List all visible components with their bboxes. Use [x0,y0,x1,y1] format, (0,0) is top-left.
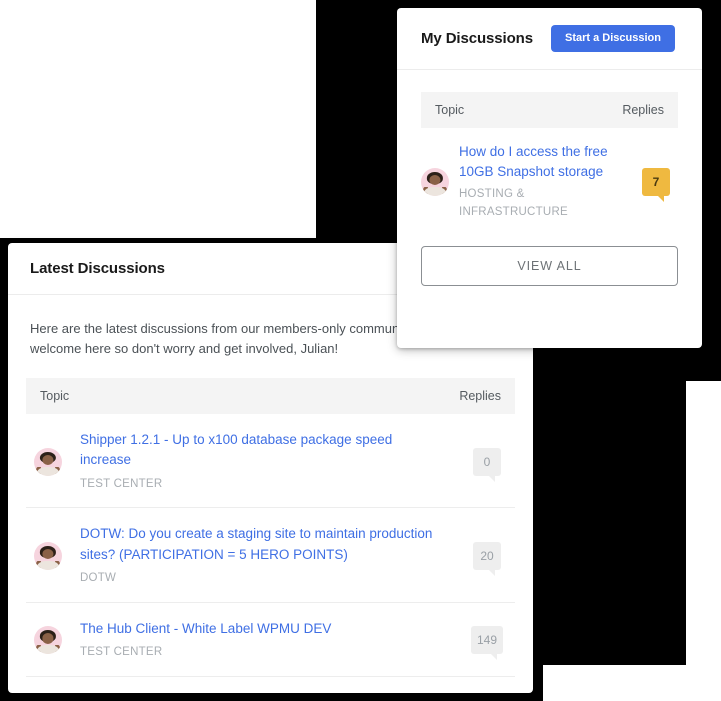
avatar [34,541,62,570]
discussion-category-label: DOTW [80,571,117,584]
column-header-topic: Topic [40,389,70,403]
table-row[interactable]: How do I access the free 10GB Snapshot s… [421,128,678,232]
my-discussions-table-header: Topic Replies [421,92,678,128]
avatar [34,447,62,476]
table-row[interactable]: Subscribe to a Forum [26,677,515,693]
latest-discussions-list: Topic Replies Shipper 1.2.1 - Up to x100… [8,378,533,693]
avatar-body-shape [37,466,59,476]
column-header-replies: Replies [622,103,664,117]
discussion-category-label: TEST CENTER [80,477,163,490]
avatar [34,626,62,655]
reply-count-value: 20 [480,548,494,563]
background-plate-bottom-right [543,665,721,701]
avatar-body-shape [424,186,446,196]
reply-count-value: 0 [483,454,491,469]
replies-cell: 0 [459,447,515,482]
avatar-face-shape [42,454,54,465]
avatar [421,167,449,196]
discussion-topic-link[interactable]: DOTW: Do you create a staging site to ma… [80,524,445,565]
start-a-discussion-button[interactable]: Start a Discussion [550,25,675,52]
topic-cell: How do I access the free 10GB Snapshot s… [459,142,634,222]
background-plate-top-left [0,0,316,238]
replies-cell: 20 [459,541,515,576]
discussion-category-label: HOSTING & INFRASTRUCTURE [459,188,568,218]
my-discussions-footer: VIEW ALL [397,232,702,308]
latest-discussions-table-header: Topic Replies [26,378,515,414]
latest-discussions-title: Latest Discussions [30,260,165,277]
discussion-topic-link[interactable]: Shipper 1.2.1 - Up to x100 database pack… [80,430,445,471]
background-plate-right [686,381,721,665]
table-row[interactable]: DOTW: Do you create a staging site to ma… [26,508,515,603]
avatar-cell [26,626,80,655]
column-header-topic: Topic [435,103,465,117]
avatar-face-shape [42,633,54,644]
reply-count-value: 7 [652,174,660,189]
avatar-cell [421,167,459,196]
reply-count-badge: 7 [642,167,670,202]
reply-count-badge: 20 [473,541,501,576]
avatar-cell [26,447,80,476]
avatar-body-shape [37,645,59,655]
replies-cell: 149 [459,626,515,661]
avatar-body-shape [37,561,59,570]
discussion-topic-link[interactable]: How do I access the free 10GB Snapshot s… [459,142,628,181]
table-row[interactable]: The Hub Client - White Label WPMU DEV TE… [26,603,515,677]
reply-count-badge: 149 [470,626,504,661]
my-discussions-card: My Discussions Start a Discussion Topic … [397,8,702,348]
column-header-replies: Replies [459,389,501,403]
reply-count-badge: 0 [473,447,501,482]
avatar-face-shape [42,549,54,560]
my-discussions-title: My Discussions [421,30,533,47]
topic-cell: DOTW: Do you create a staging site to ma… [80,524,459,587]
topic-cell: The Hub Client - White Label WPMU DEV TE… [80,619,459,662]
table-row[interactable]: Shipper 1.2.1 - Up to x100 database pack… [26,414,515,509]
discussion-topic-link[interactable]: The Hub Client - White Label WPMU DEV [80,619,445,639]
my-discussions-header: My Discussions Start a Discussion [397,8,702,70]
avatar-face-shape [429,175,441,186]
replies-cell: 7 [634,167,678,202]
view-all-button[interactable]: VIEW ALL [421,245,678,286]
topic-cell: Shipper 1.2.1 - Up to x100 database pack… [80,430,459,493]
avatar-cell [26,541,80,570]
reply-count-value: 149 [476,633,498,648]
my-discussions-body: Topic Replies How do I access the free 1… [397,70,702,232]
discussion-category-label: TEST CENTER [80,645,163,658]
